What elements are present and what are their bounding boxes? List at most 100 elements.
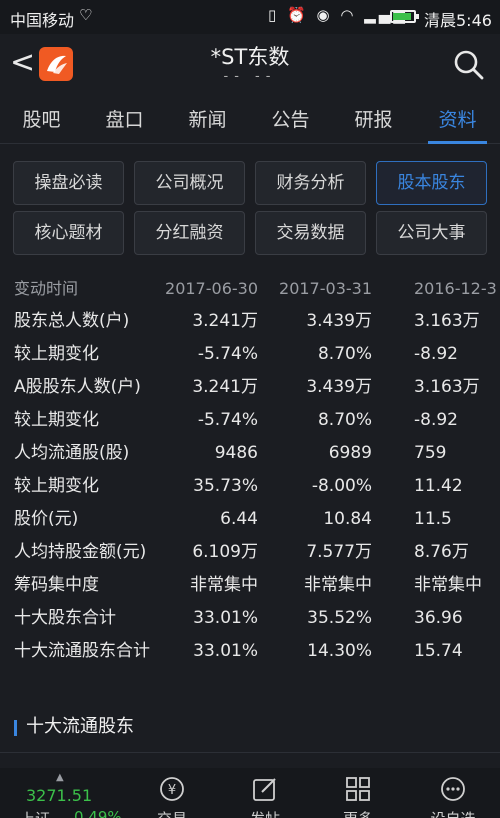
- section-title-top-holders: 十大流通股东: [14, 712, 134, 742]
- heart-icon: ♡: [79, 6, 93, 24]
- post-button[interactable]: 发帖: [230, 768, 300, 818]
- table-cell: 6.44: [220, 509, 258, 529]
- trade-label: 交易: [137, 808, 207, 818]
- table-cell: -8.92: [414, 344, 458, 364]
- table-row: 人均持股金额(元) 6.109万 7.577万 8.76万: [0, 536, 500, 569]
- table-cell: 14.30%: [307, 641, 372, 661]
- divider: [0, 752, 500, 753]
- table-cell: 33.01%: [193, 641, 258, 661]
- subtab-core-themes[interactable]: 核心题材: [13, 211, 124, 255]
- table-row: 人均流通股(股) 9486 6989 759: [0, 437, 500, 470]
- row-label: 人均流通股(股): [14, 443, 130, 463]
- table-cell: 35.52%: [307, 608, 372, 628]
- table-row: 筹码集中度 非常集中 非常集中 非常集中: [0, 569, 500, 602]
- grid-icon: [345, 776, 371, 802]
- table-cell: 35.73%: [193, 476, 258, 496]
- table-cell: 9486: [214, 443, 258, 463]
- carrier-name: 中国移动: [10, 11, 75, 30]
- post-label: 发帖: [230, 808, 300, 818]
- table-cell: 8.76万: [414, 542, 469, 562]
- battery-icon: [390, 10, 419, 23]
- subtab-dividend-financing[interactable]: 分红融资: [134, 211, 245, 255]
- table-cell: 3.163万: [414, 311, 480, 331]
- index-change: 0.49%: [74, 808, 122, 818]
- table-header-label: 变动时间: [14, 279, 79, 298]
- table-cell: -5.74%: [197, 344, 258, 364]
- table-cell: 15.74: [414, 641, 463, 661]
- table-cell: 3.439万: [306, 377, 372, 397]
- table-cell: -8.00%: [311, 476, 372, 496]
- page-title: *ST东数: [210, 45, 290, 69]
- table-cell: 7.577万: [306, 542, 372, 562]
- index-value[interactable]: 3271.51: [26, 786, 92, 805]
- more-button[interactable]: 更多: [323, 768, 393, 818]
- table-cell: 3.163万: [414, 377, 480, 397]
- subtab-financial-analysis[interactable]: 财务分析: [255, 161, 366, 205]
- table-header-col: 2016-12-3: [414, 279, 497, 298]
- table-row: 十大流通股东合计 33.01% 14.30% 15.74: [0, 635, 500, 668]
- more-dots-icon: [440, 776, 466, 802]
- status-time: 清晨5:46: [424, 11, 492, 30]
- tab-research[interactable]: 研报: [332, 96, 415, 144]
- status-bar: 中国移动 ♡ ▯ ⏰ ◉ ◠ ▂▄▆ 清晨5:46: [0, 0, 500, 34]
- table-cell: 非常集中: [304, 575, 372, 595]
- table-cell: 3.439万: [306, 311, 372, 331]
- table-row: 较上期变化 35.73% -8.00% 11.42: [0, 470, 500, 503]
- table-row: 股价(元) 6.44 10.84 11.5: [0, 503, 500, 536]
- subtab-company-overview[interactable]: 公司概况: [134, 161, 245, 205]
- tab-announcements[interactable]: 公告: [249, 96, 332, 144]
- main-tabs: 股吧 盘口 新闻 公告 研报 资料: [0, 96, 500, 144]
- add-watchlist-label: 设自选: [418, 808, 488, 818]
- table-cell: 非常集中: [190, 575, 258, 595]
- table-cell: 6989: [328, 443, 372, 463]
- table-cell: 759: [414, 443, 447, 463]
- table-header-col: 2017-03-31: [279, 279, 372, 298]
- row-label: 股东总人数(户): [14, 311, 130, 331]
- add-watchlist-button[interactable]: 设自选: [418, 768, 488, 818]
- subtab-trading-data[interactable]: 交易数据: [255, 211, 366, 255]
- table-row: A股股东人数(户) 3.241万 3.439万 3.163万: [0, 371, 500, 404]
- table-cell: -8.92: [414, 410, 458, 430]
- more-label: 更多: [323, 808, 393, 818]
- page-subtitle: -- --: [223, 69, 277, 84]
- table-cell: -5.74%: [197, 410, 258, 430]
- subtab-shareholders[interactable]: 股本股东: [376, 161, 487, 205]
- status-icons: ▯ ⏰ ◉ ◠ ▂▄▆: [268, 6, 408, 24]
- row-label: 十大流通股东合计: [14, 641, 150, 661]
- tab-guba[interactable]: 股吧: [0, 96, 83, 144]
- row-label: 较上期变化: [14, 344, 99, 364]
- table-header-col: 2017-06-30: [165, 279, 258, 298]
- table-row: 较上期变化 -5.74% 8.70% -8.92: [0, 404, 500, 437]
- row-label: 筹码集中度: [14, 575, 99, 595]
- table-cell: 10.84: [323, 509, 372, 529]
- trade-button[interactable]: ¥ 交易: [137, 768, 207, 818]
- subtab-trading-guide[interactable]: 操盘必读: [13, 161, 124, 205]
- bottom-bar: ▲ 3271.51 上证 0.49% ¥ 交易 发帖: [0, 768, 500, 818]
- table-row: 股东总人数(户) 3.241万 3.439万 3.163万: [0, 305, 500, 338]
- table-cell: 非常集中: [414, 575, 482, 595]
- caret-up-icon: ▲: [56, 772, 64, 783]
- table-cell: 8.70%: [317, 410, 372, 430]
- search-icon[interactable]: [452, 48, 486, 82]
- index-name: 上证: [20, 808, 50, 818]
- table-cell: 8.70%: [317, 344, 372, 364]
- yuan-icon: ¥: [159, 776, 185, 802]
- subtab-company-events[interactable]: 公司大事: [376, 211, 487, 255]
- table-cell: 11.42: [414, 476, 463, 496]
- svg-text:¥: ¥: [168, 783, 176, 798]
- nav-bar: < *ST东数 -- --: [0, 34, 500, 96]
- table-cell: 36.96: [414, 608, 463, 628]
- row-label: 人均持股金额(元): [14, 542, 147, 562]
- edit-icon: [252, 776, 278, 802]
- table-row: 十大股东合计 33.01% 35.52% 36.96: [0, 602, 500, 635]
- tab-profile[interactable]: 资料: [416, 96, 499, 144]
- table-cell: 11.5: [414, 509, 452, 529]
- row-label: 十大股东合计: [14, 608, 116, 628]
- tab-news[interactable]: 新闻: [166, 96, 249, 144]
- table-row: 较上期变化 -5.74% 8.70% -8.92: [0, 338, 500, 371]
- table-header-row: 变动时间 2017-06-30 2017-03-31 2016-12-3: [0, 272, 500, 305]
- tab-pankou[interactable]: 盘口: [83, 96, 166, 144]
- table-cell: 3.241万: [192, 377, 258, 397]
- table-cell: 6.109万: [192, 542, 258, 562]
- row-label: 股价(元): [14, 509, 79, 529]
